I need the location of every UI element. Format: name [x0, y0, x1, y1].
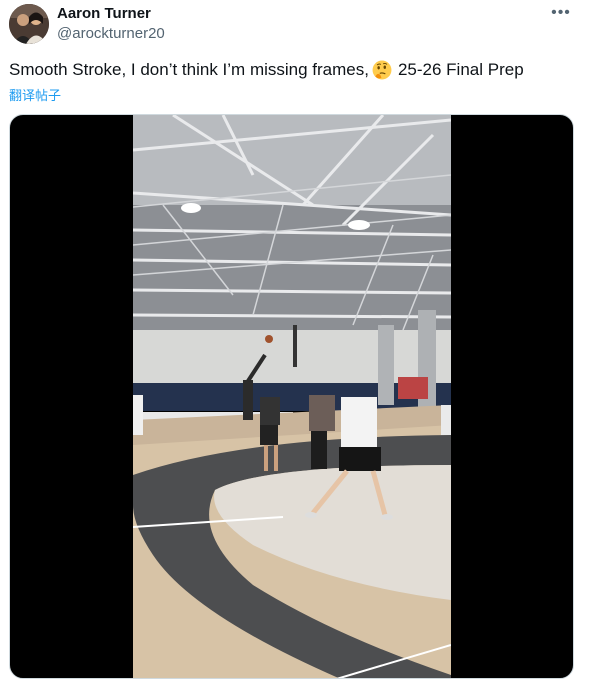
- tweet: Aaron Turner @arockturner20 ••• Smooth S…: [0, 0, 589, 688]
- more-options-icon[interactable]: •••: [549, 3, 573, 23]
- tweet-text-suffix: 25-26 Final Prep: [397, 60, 524, 79]
- thinking-face-icon: [372, 60, 392, 80]
- translate-post-link[interactable]: 翻译帖子: [9, 85, 61, 104]
- video-frame[interactable]: [133, 115, 451, 679]
- avatar-photo: [9, 4, 49, 44]
- user-handle[interactable]: @arockturner20: [57, 25, 165, 42]
- avatar[interactable]: [9, 4, 49, 44]
- tweet-text-main: Smooth Stroke, I don’t think I’m missing…: [9, 60, 369, 79]
- tweet-text: Smooth Stroke, I don’t think I’m missing…: [9, 60, 524, 80]
- media-container[interactable]: [9, 114, 574, 679]
- display-name[interactable]: Aaron Turner: [57, 5, 151, 22]
